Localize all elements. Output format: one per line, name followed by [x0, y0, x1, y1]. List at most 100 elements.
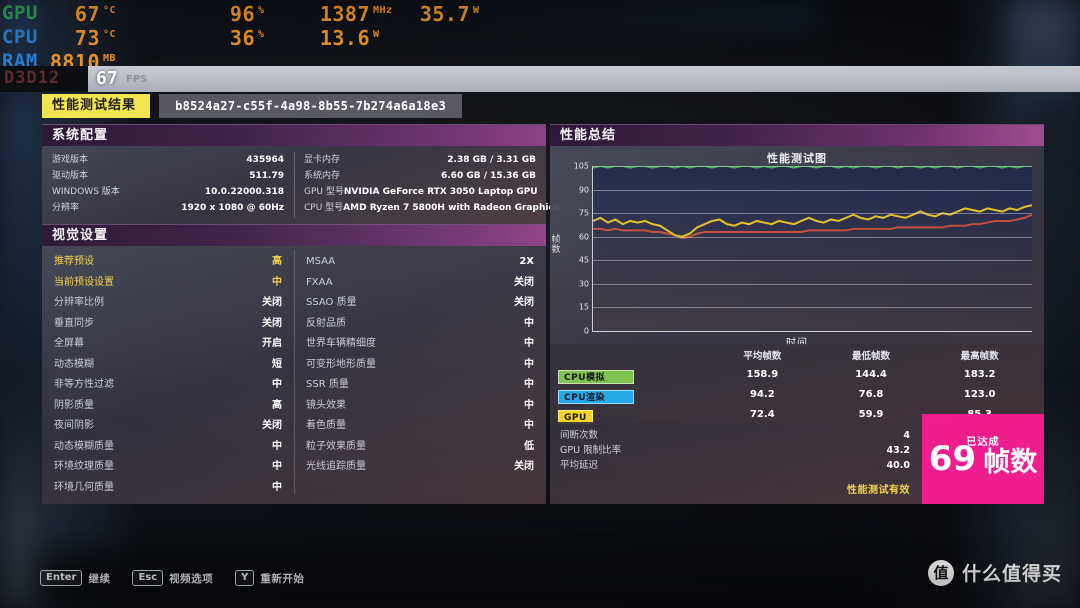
status-badge: 已达成 69 帧数	[922, 414, 1044, 504]
system-config-key: 驱动版本	[52, 171, 89, 181]
system-config-row: 系统内存 6.60 GB / 15.36 GB	[304, 168, 536, 184]
visual-setting-row: 环境纹理质量 中	[54, 457, 282, 478]
visual-setting-key: SSR 质量	[306, 379, 349, 390]
visual-setting-key: 全屏幕	[54, 338, 84, 349]
visual-setting-row: 夜间阴影 关闭	[54, 416, 282, 437]
system-config-row: 游戏版本 435964	[52, 152, 284, 168]
visual-setting-row: 粒子效果质量 低	[306, 437, 534, 458]
visual-setting-row: 垂直同步 关闭	[54, 314, 282, 335]
hint-label: 重新开始	[260, 572, 305, 585]
system-config-body: 游戏版本 435964 驱动版本 511.79 WINDOWS 版本 10.0.22000…	[42, 146, 559, 224]
chart-gridline	[593, 331, 1032, 332]
visual-setting-value: 关闭	[514, 461, 534, 472]
visual-setting-row: 镜头效果 中	[306, 396, 534, 417]
watermark: 值 什么值得买	[927, 559, 1062, 586]
watermark-logo-icon: 值	[927, 559, 954, 586]
performance-summary-body: 性能测试图 帧数 0153045607590105 时间 平均帧数最低帧数最高帧…	[550, 146, 1044, 504]
visual-setting-value: 低	[524, 440, 534, 452]
system-config-value: 10.0.22000.318	[204, 187, 284, 197]
page-title: 性能测试结果	[42, 94, 151, 118]
badge-achieved-label: 已达成	[966, 437, 1000, 448]
system-config-header: 系统配置	[42, 124, 546, 146]
visual-setting-row: 当前预设设置 中	[54, 273, 282, 294]
table-row: CPU渲染 94.2 76.8 123.0	[558, 384, 1034, 404]
osd-value-gpu-2: 1387	[319, 2, 370, 26]
visual-setting-value: 中	[524, 317, 534, 329]
legend-cell: CPU渲染	[558, 385, 708, 404]
osd-unit-gpu-2: MHz	[373, 5, 393, 16]
game-status-bar: D3D12 67 FPS	[0, 66, 1080, 92]
visual-setting-row: 光线追踪质量 关闭	[306, 457, 534, 478]
chart-plot-area: 0 15 30 45 60 75 90 105	[574, 162, 1032, 336]
table-column-header: 平均帧数	[743, 351, 782, 362]
visual-setting-value: 2X	[519, 256, 534, 267]
chart-y-tick-label: 0	[583, 326, 589, 336]
chart-y-tick-label: 60	[578, 232, 589, 242]
system-config-column-right: 显卡内存 2.38 GB / 3.31 GB 系统内存 6.60 GB / 15.36…	[294, 146, 559, 224]
hint-esc[interactable]: Esc 视频选项	[132, 570, 213, 586]
keycap-enter: Enter	[40, 570, 83, 586]
visual-setting-key: 当前预设设置	[54, 276, 114, 288]
visual-settings-column-left: 推荐预设高当前预设设置中分辨率比例 关闭 垂直同步 关闭 全屏幕 开启 动态模糊短非等方性过…	[42, 246, 294, 504]
chart-series-svg	[593, 166, 1032, 331]
legend-cell: CPU模拟	[558, 365, 708, 384]
visual-setting-value: 中	[524, 338, 534, 349]
system-config-value: AMD Ryzen 7 5800H with Radeon Graphics	[343, 203, 560, 213]
visual-setting-key: 推荐预设	[54, 256, 94, 267]
visual-setting-value: 中	[272, 461, 282, 472]
chart-y-axis-label: 帧数	[551, 235, 561, 255]
visual-setting-key: 镜头效果	[306, 399, 346, 411]
benchmark-guid: b8524a27-c55f-4a98-8b55-7b274a6a18e3	[159, 94, 462, 118]
summary-metric-key: GPU 限制比率	[560, 445, 622, 456]
keycap-esc: Esc	[132, 570, 164, 586]
table-cell-min: 144.4	[855, 368, 887, 380]
visual-setting-key: 世界车辆精细度	[306, 338, 376, 349]
performance-summary-header: 性能总结	[550, 124, 1044, 146]
osd-value-gpu-1: 96	[229, 2, 255, 26]
table-cell-max: 123.0	[963, 388, 996, 400]
visual-setting-key: 非等方性过滤	[54, 379, 114, 390]
table-cell-min: 76.8	[858, 388, 884, 400]
visual-setting-key: 垂直同步	[54, 317, 94, 329]
hint-enter[interactable]: Enter 继续	[40, 570, 110, 586]
visual-setting-key: 动态模糊	[54, 358, 94, 370]
system-config-row: CPU 型号 AMD Ryzen 7 5800H with Radeon Grap…	[304, 200, 559, 216]
current-fps-unit: FPS	[126, 74, 148, 85]
visual-setting-key: 环境纹理质量	[54, 461, 114, 472]
chart-y-tick-label: 105	[573, 161, 589, 171]
visual-setting-row: 分辨率比例 关闭	[54, 293, 282, 314]
chart-y-tick-label: 15	[578, 302, 589, 312]
visual-setting-key: MSAA	[306, 256, 336, 267]
table-column-header: 最低帧数	[852, 351, 891, 362]
chart-y-tick-label: 30	[578, 279, 589, 289]
visual-setting-value: 关闭	[262, 317, 282, 329]
visual-setting-row: SSR 质量 中	[306, 375, 534, 396]
chart-gridline	[593, 236, 1032, 238]
table-header-row: 平均帧数 最低帧数 最高帧数	[558, 348, 1034, 364]
hint-y[interactable]: Y 重新开始	[235, 570, 304, 586]
visual-setting-value: 中	[524, 420, 534, 431]
visual-setting-key: SSAO 质量	[306, 297, 357, 308]
visual-setting-key: 环境几何质量	[54, 481, 114, 493]
current-fps-value: 67	[96, 68, 118, 89]
visual-setting-row: 推荐预设 高	[54, 252, 282, 273]
system-config-value: NVIDIA GeForce RTX 3050 Laptop GPU	[343, 187, 538, 197]
visual-setting-key: 阴影质量	[54, 399, 94, 411]
legend-chip-CPU渲染: CPU渲染	[558, 389, 634, 404]
summary-metric-key: 平均延迟	[560, 460, 599, 471]
visual-setting-value: 中	[272, 276, 282, 288]
summary-metric-value: 4	[903, 430, 910, 441]
osd-unit-cpu-2: W	[373, 29, 380, 40]
visual-setting-value: 中	[272, 379, 282, 390]
chart-gridline	[593, 213, 1032, 215]
performance-chart: 性能测试图 帧数 0153045607590105 时间	[550, 146, 1044, 349]
visual-setting-value: 关闭	[262, 420, 282, 431]
system-and-visual-panel: 系统配置 游戏版本 435964 驱动版本 511.79 WINDOWS 版本 10.0.…	[42, 124, 559, 532]
visual-setting-row: MSAA 2X	[306, 252, 534, 273]
osd-unit-cpu-0: °C	[103, 29, 117, 40]
visual-setting-row: 反射品质 中	[306, 314, 534, 335]
osd-unit-gpu-3: W	[473, 5, 480, 16]
visual-setting-row: 动态模糊质量 中	[54, 437, 282, 458]
visual-setting-value: 高	[272, 399, 282, 411]
visual-setting-value: 中	[524, 379, 534, 390]
